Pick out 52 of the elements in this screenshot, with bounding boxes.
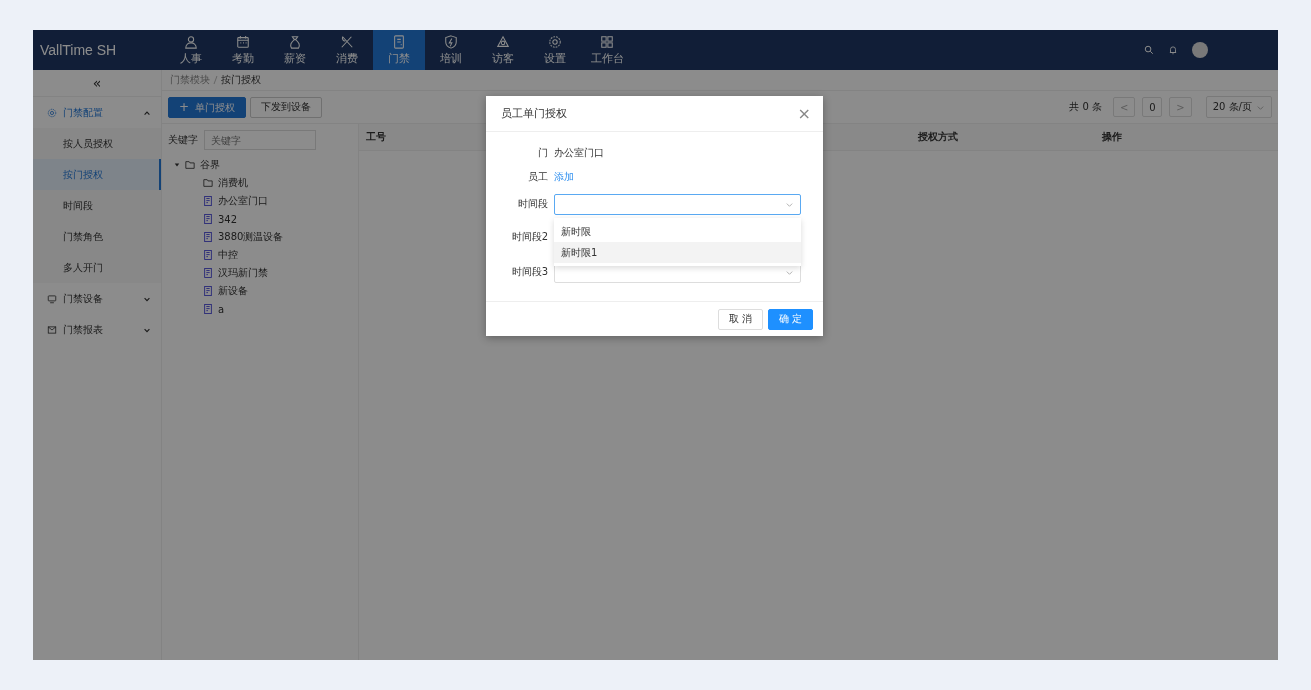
column-header: 操作 [1102,130,1123,144]
field-label: 时间段 [517,197,549,211]
column-header: 授权方式 [918,130,959,144]
tree-item[interactable]: a [218,303,225,315]
tree-item[interactable]: 谷界 [200,158,220,172]
menu-item[interactable]: 按门授权 [33,159,161,190]
page-number-field[interactable]: 0 [1142,97,1163,117]
keyword-field[interactable]: 关键字 [204,130,316,150]
door-auth-button[interactable]: + 单门授权 [168,96,247,118]
add-link[interactable]: 添加 [554,169,574,184]
field-label: 时间段2 [510,230,549,244]
door-value: 办公室门口 [554,145,604,160]
tree-item[interactable]: 汉玛新门禁 [218,266,268,280]
collapse-button[interactable]: « [33,70,161,97]
field-label: 员工 [527,169,549,184]
nav-tab[interactable]: 薪资 [269,30,321,70]
close-button[interactable]: × [797,104,811,123]
app-logo: VallTime SH [39,42,118,58]
nav-tab[interactable]: 消费 [321,30,373,70]
tree-item[interactable]: 3880测温设备 [218,230,284,244]
tree-item[interactable]: 新设备 [218,284,248,298]
nav-tab[interactable]: 人事 [165,30,217,70]
dropdown-option[interactable]: 新时限1 [554,242,801,263]
tree-item[interactable]: 消费机 [218,176,248,190]
nav-tab[interactable]: 工作台 [581,30,633,70]
confirm-button[interactable]: 确 定 [767,308,813,330]
nav-tab[interactable]: 门禁 [373,30,425,70]
send-to-device-button[interactable]: 下发到设备 [250,96,323,118]
dropdown-option[interactable]: 新时限 [554,221,801,242]
tree-item[interactable]: 办公室门口 [218,194,268,208]
nav-tab[interactable]: 访客 [477,30,529,70]
keyword-label: 关键字 [168,133,198,147]
menu-item[interactable]: 多人开门 [33,252,161,283]
nav-tab[interactable]: 考勤 [217,30,269,70]
menu-group[interactable]: 门禁设备 [33,283,161,314]
page-size-select[interactable]: 20 条/页 [1205,96,1272,118]
tree-item[interactable]: 342 [218,213,238,225]
nav-tab[interactable]: 设置 [529,30,581,70]
column-header: 工号 [366,130,387,144]
field-label: 时间段3 [510,265,549,279]
tree-item[interactable]: 中控 [218,248,238,262]
total-count: 共 0 条 [1069,100,1102,114]
menu-item[interactable]: 按人员授权 [33,128,161,159]
breadcrumb-item: 按门授权 [221,73,261,87]
dialog-title: 员工单门授权 [501,106,567,121]
menu-item[interactable]: 门禁角色 [33,221,161,252]
field-label: 门 [537,145,549,160]
menu-item[interactable]: 时间段 [33,190,161,221]
cancel-button[interactable]: 取 消 [717,308,763,330]
menu-group[interactable]: 门禁配置 [33,97,161,128]
menu-group[interactable]: 门禁报表 [33,314,161,345]
nav-tab[interactable]: 培训 [425,30,477,70]
